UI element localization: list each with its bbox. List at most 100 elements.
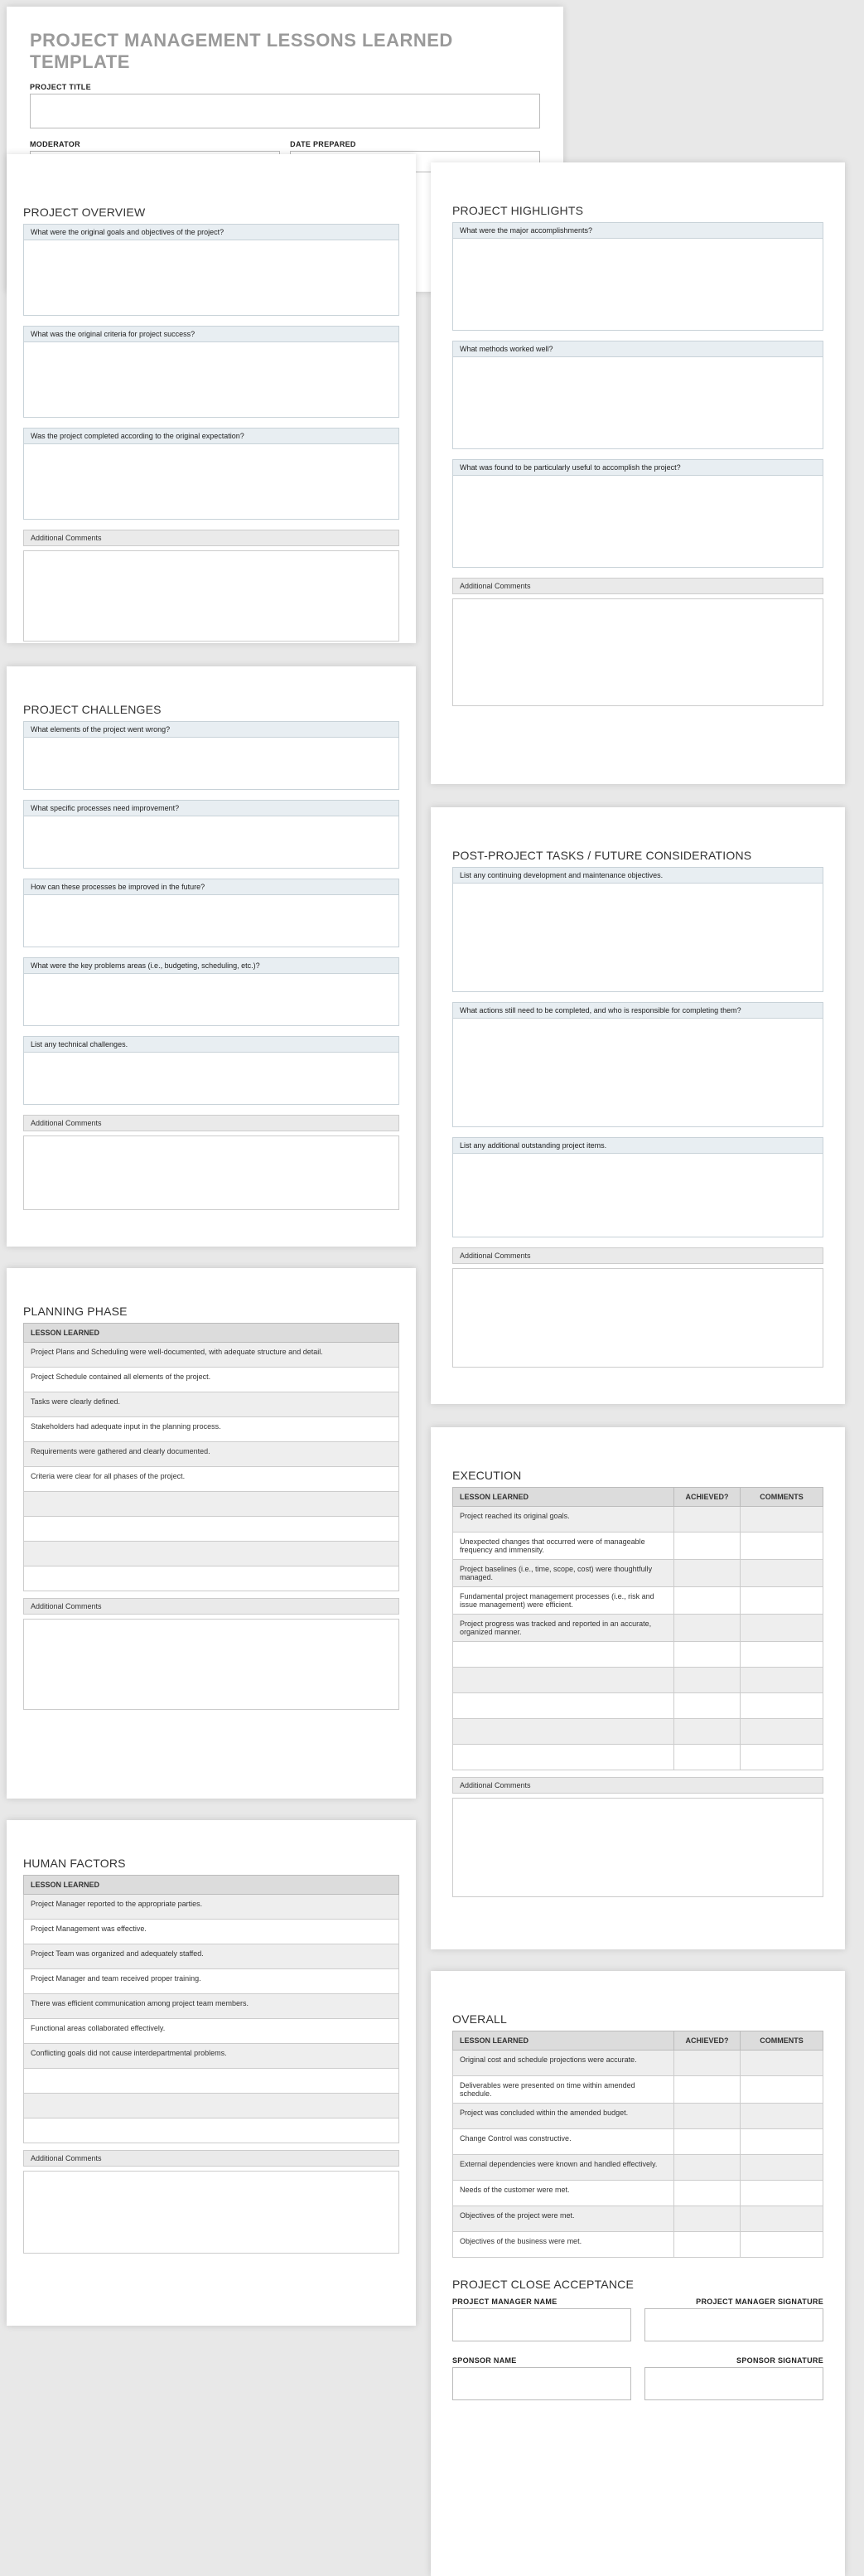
table-row[interactable]: There was efficient communication among … xyxy=(24,1994,398,2018)
cell-comments[interactable] xyxy=(740,1719,823,1744)
cell-achieved[interactable] xyxy=(673,2076,740,2103)
table-row[interactable]: Project Plans and Scheduling were well-d… xyxy=(24,1343,398,1367)
cell-comments[interactable] xyxy=(740,2104,823,2128)
cell-achieved[interactable] xyxy=(673,1719,740,1744)
answer-area[interactable] xyxy=(453,476,823,567)
cell-achieved[interactable] xyxy=(673,2155,740,2180)
section-heading: POST-PROJECT TASKS / FUTURE CONSIDERATIO… xyxy=(452,849,823,862)
table-row[interactable]: Requirements were gathered and clearly d… xyxy=(24,1442,398,1466)
cell-achieved[interactable] xyxy=(673,1745,740,1770)
cell-comments[interactable] xyxy=(740,2129,823,2154)
cell-comments[interactable] xyxy=(740,2076,823,2103)
question-label: Was the project completed according to t… xyxy=(24,429,398,444)
pm-sig-label: PROJECT MANAGER SIGNATURE xyxy=(644,2298,823,2306)
question-label: How can these processes be improved in t… xyxy=(24,879,398,895)
pm-sig-input[interactable] xyxy=(644,2308,823,2341)
table-row[interactable]: Tasks were clearly defined. xyxy=(24,1392,398,1416)
cell-comments[interactable] xyxy=(740,1560,823,1586)
answer-area[interactable] xyxy=(24,444,398,519)
cell-achieved[interactable] xyxy=(673,1587,740,1614)
additional-comments-area[interactable] xyxy=(23,1135,399,1210)
cell-achieved[interactable] xyxy=(673,1507,740,1532)
additional-comments-area[interactable] xyxy=(23,1619,399,1710)
cell-comments[interactable] xyxy=(740,2051,823,2075)
cell-lesson: Objectives of the business were met. xyxy=(453,2232,673,2257)
additional-comments-area[interactable] xyxy=(23,2171,399,2254)
cell-achieved[interactable] xyxy=(673,1642,740,1667)
table-row[interactable]: Project Manager and team received proper… xyxy=(24,1969,398,1993)
cell-comments[interactable] xyxy=(740,1745,823,1770)
cell-comments[interactable] xyxy=(740,1642,823,1667)
table-row[interactable] xyxy=(24,2094,398,2118)
cell-comments[interactable] xyxy=(740,1693,823,1718)
table-row[interactable] xyxy=(24,1542,398,1566)
table-row[interactable]: Conflicting goals did not cause interdep… xyxy=(24,2044,398,2068)
moderator-label: MODERATOR xyxy=(30,140,280,148)
sponsor-name-input[interactable] xyxy=(452,2367,631,2400)
answer-area[interactable] xyxy=(453,239,823,330)
question-label: What were the key problems areas (i.e., … xyxy=(24,958,398,974)
cell-achieved[interactable] xyxy=(673,2051,740,2075)
table-row[interactable] xyxy=(24,1517,398,1541)
table-row[interactable] xyxy=(24,2118,398,2143)
table-row[interactable]: Project Team was organized and adequatel… xyxy=(24,1944,398,1968)
cell-comments[interactable] xyxy=(740,1668,823,1692)
answer-area[interactable] xyxy=(453,1019,823,1126)
cell-comments[interactable] xyxy=(740,2155,823,2180)
table-row[interactable]: Project Manager reported to the appropri… xyxy=(24,1895,398,1919)
project-title-input[interactable] xyxy=(30,94,540,128)
date-prepared-label: DATE PREPARED xyxy=(290,140,540,148)
project-overview-panel: PROJECT OVERVIEW What were the original … xyxy=(7,154,416,643)
cell-lesson: Deliverables were presented on time with… xyxy=(453,2076,673,2103)
answer-area[interactable] xyxy=(24,342,398,417)
cell-achieved[interactable] xyxy=(673,1533,740,1559)
cell-achieved[interactable] xyxy=(673,1615,740,1641)
cell-comments[interactable] xyxy=(740,1533,823,1559)
answer-area[interactable] xyxy=(24,1053,398,1104)
sponsor-sig-input[interactable] xyxy=(644,2367,823,2400)
answer-area[interactable] xyxy=(24,974,398,1025)
additional-comments-area[interactable] xyxy=(452,1798,823,1897)
cell-comments[interactable] xyxy=(740,2232,823,2257)
answer-area[interactable] xyxy=(24,240,398,315)
project-title-label: PROJECT TITLE xyxy=(30,83,540,91)
table-row[interactable]: Stakeholders had adequate input in the p… xyxy=(24,1417,398,1441)
table-row[interactable]: Project Management was effective. xyxy=(24,1920,398,1944)
answer-area[interactable] xyxy=(453,1154,823,1237)
execution-panel: EXECUTION LESSON LEARNED ACHIEVED? COMME… xyxy=(431,1427,845,1949)
cell-achieved[interactable] xyxy=(673,1560,740,1586)
answer-area[interactable] xyxy=(24,816,398,868)
cell-comments[interactable] xyxy=(740,1615,823,1641)
additional-comments-area[interactable] xyxy=(452,1268,823,1368)
additional-comments-area[interactable] xyxy=(23,550,399,642)
cell-comments[interactable] xyxy=(740,1587,823,1614)
table-row[interactable] xyxy=(24,2069,398,2093)
table-row[interactable]: Criteria were clear for all phases of th… xyxy=(24,1467,398,1491)
table-row[interactable] xyxy=(24,1566,398,1591)
cell-achieved[interactable] xyxy=(673,2129,740,2154)
cell-achieved[interactable] xyxy=(673,2104,740,2128)
table-row[interactable] xyxy=(24,1492,398,1516)
cell-lesson: Project reached its original goals. xyxy=(453,1507,673,1532)
table-row[interactable]: Project Schedule contained all elements … xyxy=(24,1368,398,1392)
pm-name-input[interactable] xyxy=(452,2308,631,2341)
answer-area[interactable] xyxy=(24,738,398,789)
cell-achieved[interactable] xyxy=(673,2232,740,2257)
additional-comments-label: Additional Comments xyxy=(452,1247,823,1264)
cell-achieved[interactable] xyxy=(673,1668,740,1692)
execution-table: Project reached its original goals. Unex… xyxy=(452,1507,823,1770)
cell-achieved[interactable] xyxy=(673,2206,740,2231)
cell-comments[interactable] xyxy=(740,1507,823,1532)
cell-comments[interactable] xyxy=(740,2181,823,2206)
additional-comments-area[interactable] xyxy=(452,598,823,706)
additional-comments-label: Additional Comments xyxy=(23,1598,399,1615)
cell-achieved[interactable] xyxy=(673,2181,740,2206)
table-row[interactable]: Functional areas collaborated effectivel… xyxy=(24,2019,398,2043)
answer-area[interactable] xyxy=(24,895,398,947)
answer-area[interactable] xyxy=(453,357,823,448)
cell-comments[interactable] xyxy=(740,2206,823,2231)
answer-area[interactable] xyxy=(453,884,823,991)
cell-achieved[interactable] xyxy=(673,1693,740,1718)
question-label: What methods worked well? xyxy=(453,341,823,357)
question-label: What was the original criteria for proje… xyxy=(24,327,398,342)
